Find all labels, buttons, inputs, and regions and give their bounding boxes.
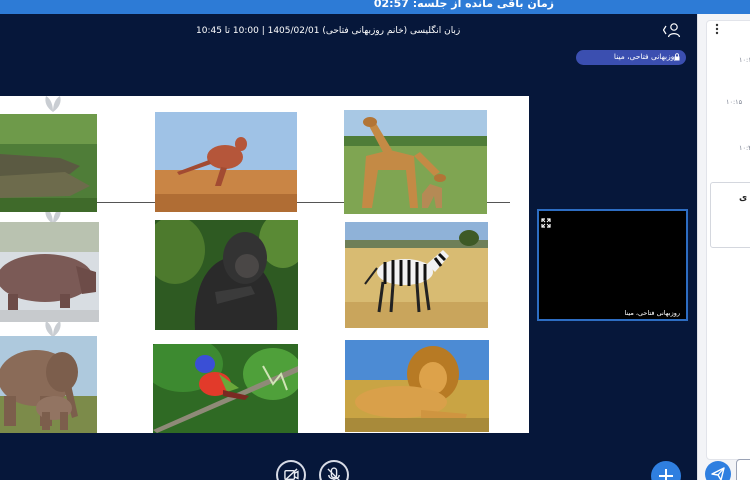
chat-message-time: ۱۰:۱۵ — [726, 98, 743, 106]
chat-message-time: ۱۰:۳۶ — [739, 144, 750, 152]
crocodile-image — [0, 114, 97, 212]
send-message-button[interactable] — [705, 461, 731, 480]
kebab-menu-icon[interactable] — [714, 20, 720, 35]
bird-image — [153, 344, 298, 433]
user-icon[interactable] — [662, 22, 683, 38]
camera-off-icon — [284, 468, 299, 480]
participant-name-label: روزبهانی فتاحی، مینا — [624, 309, 680, 317]
chat-message-time: ۱۰:۱۰ — [739, 56, 750, 64]
session-timer-bar: زمان باقی مانده از جلسه: 02:57 — [0, 0, 750, 14]
lion-image — [345, 340, 489, 432]
mic-off-icon — [327, 467, 340, 480]
elephant-image — [0, 336, 97, 433]
session-timer-text: زمان باقی مانده از جلسه: 02:57 — [373, 0, 554, 10]
leaf-decoration-icon — [42, 96, 64, 112]
chat-message-card[interactable]: ی — [710, 182, 750, 248]
presenter-name: روزبهانی فتاحی، مینا — [613, 52, 678, 61]
send-icon — [711, 467, 725, 480]
lock-icon — [674, 53, 680, 61]
meeting-area: زبان انگلیسی (خانم روزبهانی فتاحی) 1405/… — [0, 14, 697, 480]
giraffe-image — [344, 110, 487, 214]
chat-message-text: ی — [739, 193, 748, 203]
gorilla-image — [155, 220, 298, 330]
chat-message-input[interactable] — [736, 459, 750, 480]
plus-icon — [659, 469, 673, 480]
kangaroo-image — [155, 112, 297, 212]
presentation-slide — [0, 96, 529, 433]
microphone-toggle-button[interactable] — [319, 460, 349, 480]
participant-video-tile[interactable]: روزبهانی فتاحی، مینا — [537, 209, 688, 321]
session-title: زبان انگلیسی (خانم روزبهانی فتاحی) 1405/… — [196, 26, 461, 36]
chat-sidebar: ۱۰:۱۰ ۱۰:۱۵ ۱۰:۳۶ ی — [697, 14, 750, 480]
expand-icon[interactable] — [541, 213, 551, 228]
presenter-badge[interactable]: روزبهانی فتاحی، مینا — [576, 50, 686, 65]
actions-add-button[interactable] — [651, 461, 681, 480]
leaf-decoration-icon — [42, 321, 64, 337]
camera-toggle-button[interactable] — [276, 460, 306, 480]
hippo-image — [0, 222, 99, 322]
zebra-image — [345, 222, 488, 328]
